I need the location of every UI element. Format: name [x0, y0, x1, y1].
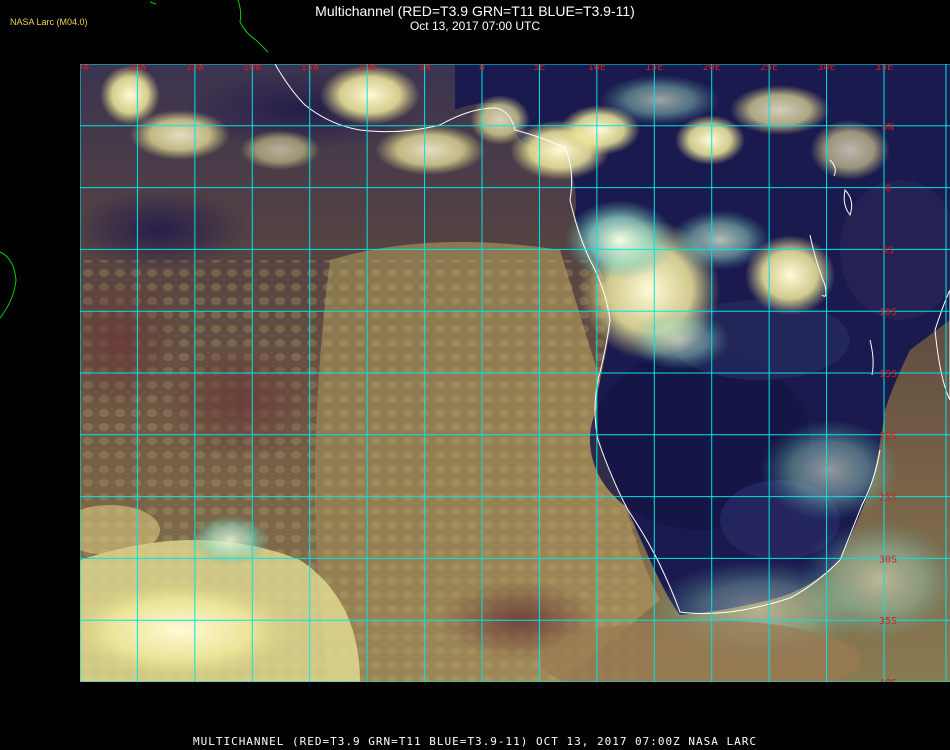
latitude-label: 5S — [882, 245, 894, 256]
longitude-labels: 35W 30W 25W 20W 15W 10W 5W 0 5E 10E 15E 20E 25E 30E 35… — [71, 62, 893, 73]
longitude-label: 20W — [243, 62, 262, 73]
latitude-label: 35S — [879, 616, 897, 627]
coastline-fragment — [0, 251, 17, 319]
longitude-label: 10W — [358, 62, 377, 73]
latitude-label: 15S — [879, 369, 897, 380]
longitude-label: 30E — [818, 62, 836, 73]
footer-caption: MULTICHANNEL (RED=T3.9 GRN=T11 BLUE=T3.9… — [192, 735, 758, 748]
longitude-label: 5W — [419, 62, 432, 73]
latitude-label: 20S — [879, 431, 897, 442]
longitude-label: 0 — [479, 62, 485, 73]
longitude-label: 35W — [71, 62, 90, 73]
latitude-label: 5N — [882, 122, 894, 133]
latitude-label: 25S — [879, 493, 897, 504]
longitude-label: 15E — [645, 62, 663, 73]
longitude-label: 15W — [301, 62, 320, 73]
coastline-fragment — [237, 0, 269, 53]
latitude-label: 40S — [879, 678, 897, 689]
longitude-label: 25E — [760, 62, 778, 73]
longitude-label: 5E — [533, 62, 545, 73]
longitude-label: 25W — [186, 62, 205, 73]
longitude-label: 35E — [875, 62, 893, 73]
latitude-label: 10S — [879, 307, 897, 318]
longitude-label: 10E — [588, 62, 606, 73]
longitude-label: 20E — [703, 62, 721, 73]
satellite-map: 35W 30W 25W 20W 15W 10W 5W 0 5E 10E 15E 20E 25E 30E 35… — [0, 0, 950, 689]
latitude-label: 0 — [885, 184, 891, 195]
latitude-label: 30S — [879, 554, 897, 565]
longitude-label: 30W — [128, 62, 147, 73]
satellite-imagery: 35W 30W 25W 20W 15W 10W 5W 0 5E 10E 15E 20E 25E 30E 35… — [71, 62, 950, 689]
